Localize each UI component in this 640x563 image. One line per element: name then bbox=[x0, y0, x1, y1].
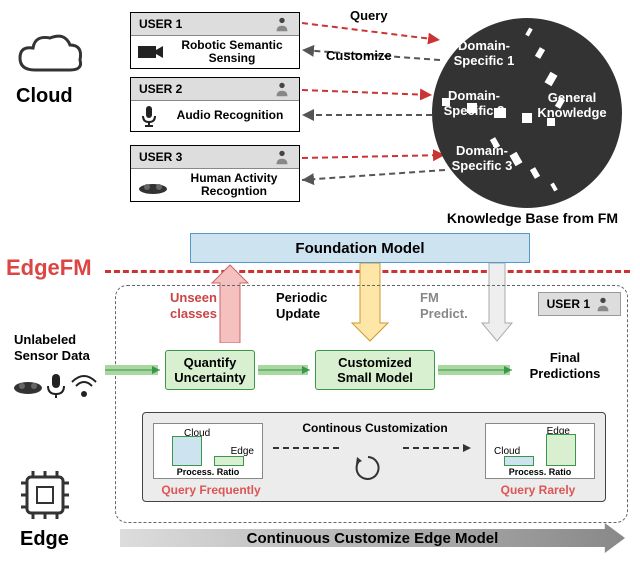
camera-icon bbox=[137, 42, 165, 62]
kb-general: General Knowledge bbox=[532, 90, 612, 120]
query-frequently-label: Query Frequently bbox=[151, 483, 271, 497]
customize-label: Customize bbox=[326, 48, 392, 63]
continuous-customization-label: Continous Customization bbox=[295, 421, 455, 435]
person-icon bbox=[273, 15, 291, 33]
sensor-icons bbox=[12, 370, 107, 400]
edge-user-tag: USER 1 bbox=[538, 292, 621, 316]
user-id: USER 2 bbox=[139, 82, 182, 96]
edgefm-label: EdgeFM bbox=[6, 255, 92, 281]
user-task: Human Activity Recogntion bbox=[175, 172, 293, 198]
cloud-icon bbox=[15, 30, 85, 80]
gradient-arrow-bar: Continuous Customize Edge Model bbox=[120, 523, 625, 553]
chip-icon bbox=[15, 465, 75, 525]
kb-domain-2: Domain-Specific 2 bbox=[434, 88, 514, 118]
user-box-3: USER 3 Human Activity Recogntion bbox=[130, 145, 300, 202]
mic-icon bbox=[137, 104, 161, 128]
final-label: Final Predictions bbox=[520, 350, 610, 381]
foundation-model-bar: Foundation Model bbox=[190, 233, 530, 263]
dashed-arrow bbox=[273, 443, 473, 453]
user-box-1: USER 1 Robotic Semantic Sensing bbox=[130, 12, 300, 69]
user-id: USER 3 bbox=[139, 150, 182, 164]
cycle-icon bbox=[353, 453, 383, 483]
kb-domain-1: Domain-Specific 1 bbox=[444, 38, 524, 68]
chart-axis: Process. Ratio bbox=[154, 467, 262, 477]
bar-edge bbox=[546, 434, 576, 466]
chart-axis: Process. Ratio bbox=[486, 467, 594, 477]
kb-caption: Knowledge Base from FM bbox=[447, 210, 618, 226]
bar-cloud bbox=[172, 436, 202, 466]
cloud-label: Cloud bbox=[16, 85, 73, 108]
mini-chart-after: Cloud Edge Process. Ratio bbox=[485, 423, 595, 479]
quantify-box: Quantify Uncertainty bbox=[165, 350, 255, 390]
bar-cloud bbox=[504, 456, 534, 466]
knowledge-base: Domain-Specific 1 Domain-Specific 2 Doma… bbox=[432, 18, 622, 208]
person-icon bbox=[594, 295, 612, 313]
user-box-2: USER 2 Audio Recognition bbox=[130, 77, 300, 132]
inset-box: Cloud Edge Process. Ratio Cloud Edge Pro… bbox=[142, 412, 606, 502]
query-label: Query bbox=[350, 8, 388, 23]
user-id: USER 1 bbox=[139, 17, 182, 31]
mini-chart-before: Cloud Edge Process. Ratio bbox=[153, 423, 263, 479]
query-rarely-label: Query Rarely bbox=[483, 483, 593, 497]
unlabeled-label: Unlabeled Sensor Data bbox=[14, 332, 104, 363]
bar-edge bbox=[214, 456, 244, 466]
user-task: Robotic Semantic Sensing bbox=[171, 39, 293, 65]
kb-domain-3: Domain-Specific 3 bbox=[442, 143, 522, 173]
custom-model-box: Customized Small Model bbox=[315, 350, 435, 390]
edge-label: Edge bbox=[20, 528, 69, 551]
person-icon bbox=[273, 80, 291, 98]
user-task: Audio Recognition bbox=[167, 109, 293, 122]
person-icon bbox=[273, 148, 291, 166]
sensor-icon bbox=[137, 175, 169, 195]
